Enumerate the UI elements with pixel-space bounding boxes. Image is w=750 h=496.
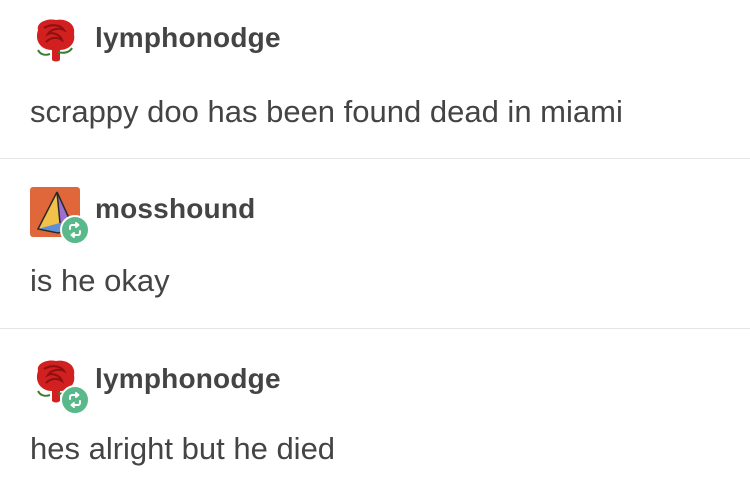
post-text: is he okay: [30, 263, 170, 298]
post-header: lymphonodge: [30, 357, 281, 415]
post-header: mosshound: [30, 187, 255, 245]
post: mosshound is he okay: [0, 159, 750, 328]
reblog-icon: [69, 222, 81, 238]
avatar[interactable]: [30, 187, 90, 245]
avatar[interactable]: [30, 16, 80, 66]
username[interactable]: mosshound: [95, 195, 255, 223]
rose-avatar-icon: [30, 16, 80, 66]
post-text: hes alright but he died: [30, 431, 336, 466]
reblog-badge: [60, 385, 90, 415]
post: lymphonodge scrappy doo has been found d…: [0, 0, 750, 158]
post: lymphonodge hes alright but he died: [0, 329, 750, 496]
post-text: scrappy doo has been found dead in miami: [30, 94, 623, 129]
reblog-icon: [69, 392, 81, 408]
reblog-badge: [60, 215, 90, 245]
reblog-thread: lymphonodge scrappy doo has been found d…: [0, 0, 750, 496]
avatar[interactable]: [30, 357, 90, 415]
post-header: lymphonodge: [30, 16, 281, 66]
username[interactable]: lymphonodge: [95, 24, 281, 52]
username[interactable]: lymphonodge: [95, 365, 281, 393]
